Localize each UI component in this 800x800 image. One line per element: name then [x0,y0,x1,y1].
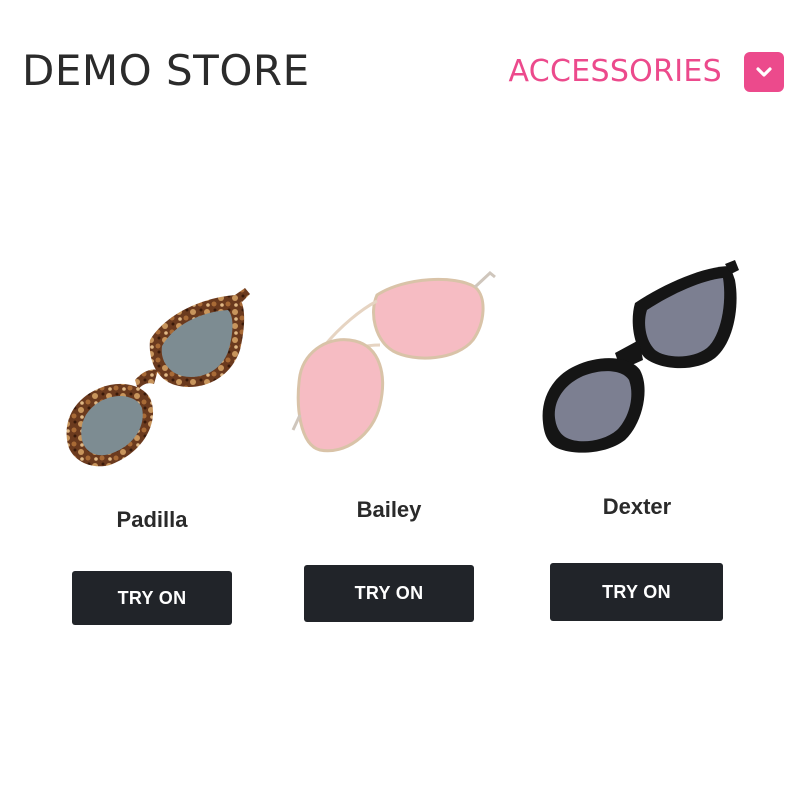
dexter-glasses-image [542,260,739,453]
category-dropdown-button[interactable] [744,52,784,92]
padilla-glasses-image [66,288,250,467]
try-on-button-padilla[interactable]: TRY ON [72,571,232,625]
bailey-glasses-image [291,271,496,453]
product-name: Dexter [602,494,672,519]
category-selector[interactable]: ACCESSORIES [508,52,784,92]
store-title: DEMO STORE [22,46,310,95]
try-on-button-bailey[interactable]: TRY ON [304,565,474,622]
category-label: ACCESSORIES [508,54,722,89]
product-name: Bailey [356,497,422,522]
product-name: Padilla [116,507,188,532]
try-on-button-dexter[interactable]: TRY ON [550,563,723,621]
chevron-down-icon [756,67,772,77]
